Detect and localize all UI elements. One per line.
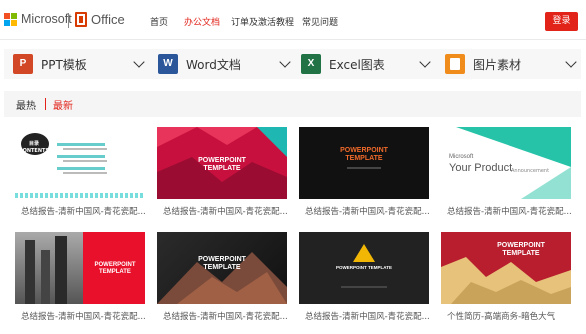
- thumb-title: POWERPOINT TEMPLATE: [336, 265, 392, 270]
- template-caption[interactable]: 总结报告-清新中国风-青花瓷配...: [163, 310, 288, 322]
- login-button[interactable]: 登录: [545, 12, 578, 31]
- template-caption[interactable]: 总结报告-清新中国风-青花瓷配...: [21, 205, 146, 217]
- sort-newest[interactable]: 最新: [53, 97, 73, 112]
- thumb-title: POWERPOINT TEMPLATE: [340, 147, 388, 163]
- word-icon: W: [158, 54, 178, 74]
- template-caption[interactable]: 总结报告-清新中国风-青花瓷配...: [305, 310, 430, 322]
- thumb-title: 目录 CONTENTS: [18, 141, 50, 154]
- template-thumbnail[interactable]: POWERPOINT TEMPLATE: [299, 127, 429, 199]
- template-thumbnail[interactable]: POWERPOINT TEMPLATE: [441, 232, 571, 304]
- thumb-title: POWERPOINT TEMPLATE: [497, 242, 545, 258]
- sort-divider: [45, 98, 46, 110]
- category-images[interactable]: 图片素材: [445, 49, 581, 79]
- thumb-title: POWERPOINT TEMPLATE: [94, 262, 136, 276]
- brand-separator: [68, 13, 69, 28]
- image-icon: [445, 54, 465, 74]
- thumb-title: Your Product: [449, 162, 513, 174]
- thumb-subtitle: Announcement: [511, 168, 550, 174]
- template-thumbnail[interactable]: POWERPOINT TEMPLATE: [157, 127, 287, 199]
- thumb-brand: Microsoft: [449, 154, 474, 160]
- template-thumbnail[interactable]: Microsoft Your Product Announcement: [441, 127, 571, 199]
- category-label: 图片素材: [473, 58, 522, 72]
- chevron-down-icon[interactable]: [279, 56, 291, 68]
- chevron-down-icon[interactable]: [133, 56, 145, 68]
- nav-faq[interactable]: 常见问题: [302, 15, 338, 28]
- category-excel[interactable]: X Excel图表: [301, 49, 437, 79]
- sort-hottest[interactable]: 最热: [16, 97, 36, 112]
- chevron-down-icon[interactable]: [565, 56, 577, 68]
- template-caption[interactable]: 总结报告-清新中国风-青花瓷配...: [163, 205, 288, 217]
- template-caption[interactable]: 个性简历-高端商务-暗色大气: [447, 310, 555, 322]
- nav-order-activation[interactable]: 订单及激活教程: [231, 15, 294, 28]
- template-caption[interactable]: 总结报告-清新中国风-青花瓷配...: [305, 205, 430, 217]
- microsoft-logo-icon: [4, 13, 17, 26]
- excel-icon: X: [301, 54, 321, 74]
- category-label: PPT模板: [41, 58, 87, 72]
- nav-home[interactable]: 首页: [150, 15, 168, 28]
- category-word[interactable]: W Word文档: [158, 49, 294, 79]
- template-thumbnail[interactable]: POWERPOINT TEMPLATE: [157, 232, 287, 304]
- top-header: Microsoft Office 首页 办公文档 订单及激活教程 常见问题 登录: [0, 0, 586, 40]
- chevron-down-icon[interactable]: [419, 56, 431, 68]
- office-brand-text: Office: [91, 12, 125, 27]
- template-thumbnail[interactable]: 目录 CONTENTS: [15, 127, 145, 199]
- template-caption[interactable]: 总结报告-清新中国风-青花瓷配...: [447, 205, 572, 217]
- thumb-title: POWERPOINT TEMPLATE: [198, 256, 246, 272]
- sort-bar: 最热 最新: [4, 91, 581, 117]
- category-label: Excel图表: [329, 58, 385, 72]
- office-logo-icon: [75, 12, 87, 27]
- template-thumbnail[interactable]: POWERPOINT TEMPLATE: [15, 232, 145, 304]
- template-caption[interactable]: 总结报告-清新中国风-青花瓷配...: [21, 310, 146, 322]
- thumb-title: POWERPOINT TEMPLATE: [198, 157, 246, 173]
- category-ppt[interactable]: P PPT模板: [13, 49, 149, 79]
- powerpoint-icon: P: [13, 54, 33, 74]
- microsoft-brand-text: Microsoft: [21, 12, 72, 26]
- nav-office-docs[interactable]: 办公文档: [184, 15, 220, 28]
- category-bar: P PPT模板 W Word文档 X Excel图表 图片素材: [4, 49, 581, 79]
- category-label: Word文档: [186, 58, 241, 72]
- template-thumbnail[interactable]: POWERPOINT TEMPLATE: [299, 232, 429, 304]
